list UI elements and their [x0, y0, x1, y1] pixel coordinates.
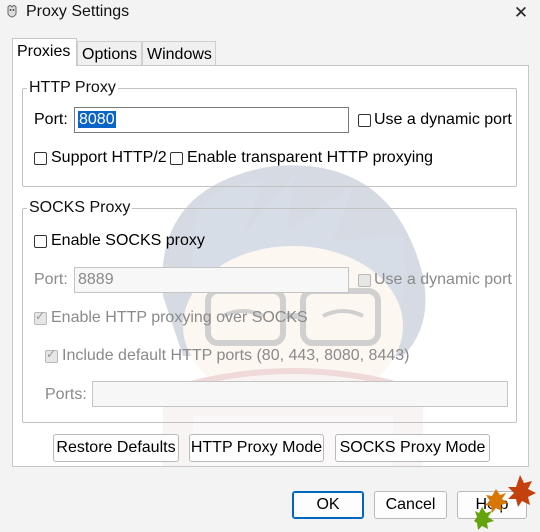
dialog-footer: OK Cancel Help	[0, 467, 540, 532]
tab-options[interactable]: Options	[77, 41, 142, 66]
http-proxy-legend: HTTP Proxy	[29, 79, 116, 96]
http-dynamic-port-label: Use a dynamic port	[374, 111, 512, 128]
socks-proxy-mode-button[interactable]: SOCKS Proxy Mode	[335, 434, 490, 462]
socks-port-value: 8889	[78, 271, 114, 288]
autumn-leaves-decoration	[474, 475, 536, 530]
enable-socks-checkbox[interactable]	[34, 235, 47, 248]
socks-proxy-legend: SOCKS Proxy	[29, 199, 131, 216]
transparent-proxy-checkbox[interactable]	[170, 152, 183, 165]
support-http2-checkbox[interactable]	[34, 152, 47, 165]
close-button[interactable]: ✕	[508, 1, 534, 25]
socks-dynamic-port-checkbox[interactable]	[358, 274, 371, 287]
window-title: Proxy Settings	[26, 3, 130, 20]
http-port-value: 8080	[78, 111, 116, 128]
http-dynamic-port-checkbox[interactable]	[358, 114, 371, 127]
http-over-socks-checkbox[interactable]	[34, 309, 47, 325]
close-icon: ✕	[513, 3, 529, 22]
app-icon	[7, 5, 17, 18]
transparent-proxy-label: Enable transparent HTTP proxying	[187, 149, 434, 166]
cancel-button[interactable]: Cancel	[374, 491, 447, 519]
http-proxy-group: HTTP Proxy	[22, 79, 517, 187]
restore-defaults-button[interactable]: Restore Defaults	[53, 434, 179, 462]
http-port-input[interactable]: 8080	[74, 107, 349, 133]
socks-port-input[interactable]: 8889	[74, 267, 349, 293]
ok-button[interactable]: OK	[292, 491, 364, 519]
http-port-label: Port:	[34, 111, 68, 128]
http-over-socks-label: Enable HTTP proxying over SOCKS	[51, 309, 308, 326]
proxies-panel: HTTP Proxy Port: 8080 Use a dynamic port…	[12, 65, 529, 467]
enable-socks-label: Enable SOCKS proxy	[51, 232, 205, 249]
include-default-ports-label: Include default HTTP ports (80, 443, 808…	[62, 347, 410, 364]
tab-proxies[interactable]: Proxies	[12, 38, 77, 66]
socks-dynamic-port-label: Use a dynamic port	[374, 271, 512, 288]
support-http2-label: Support HTTP/2	[51, 149, 167, 166]
include-default-ports-checkbox[interactable]	[45, 347, 58, 363]
title-bar: Proxy Settings ✕	[0, 0, 540, 26]
http-proxy-mode-button[interactable]: HTTP Proxy Mode	[189, 434, 324, 462]
ports-label: Ports:	[45, 386, 87, 403]
socks-port-label: Port:	[34, 271, 68, 288]
tab-windows[interactable]: Windows	[142, 41, 216, 66]
ports-input[interactable]	[92, 381, 508, 407]
